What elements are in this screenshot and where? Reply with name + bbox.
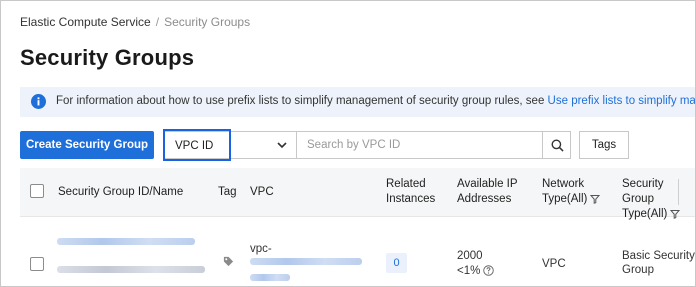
header-related-line2: Instances xyxy=(386,193,436,205)
related-instances-count[interactable]: 0 xyxy=(386,253,407,273)
create-security-group-button[interactable]: Create Security Group xyxy=(20,131,154,159)
sg-type-line2: Group xyxy=(622,264,654,276)
available-ip-count: 2000 xyxy=(457,250,483,262)
available-ip-usage: <1% xyxy=(457,264,495,278)
sg-type-value: Basic Security Group xyxy=(622,249,695,277)
filter-icon[interactable] xyxy=(670,209,681,219)
header-tag: Tag xyxy=(218,186,237,198)
security-group-id-link[interactable] xyxy=(57,238,195,245)
security-groups-page: Elastic Compute Service / Security Groups … xyxy=(0,0,696,287)
selection-highlight xyxy=(163,129,231,161)
header-sgtype-line2: Type(All) xyxy=(622,208,668,220)
tags-button[interactable]: Tags xyxy=(579,131,629,159)
chevron-down-icon xyxy=(277,142,287,149)
column-divider[interactable] xyxy=(678,179,679,205)
breadcrumb-current: Security Groups xyxy=(164,15,251,29)
header-network-type[interactable]: Network Type(All) xyxy=(542,177,601,207)
vpc-prefix: vpc- xyxy=(250,243,272,255)
search-input[interactable] xyxy=(297,131,543,159)
vpc-id-link-cont[interactable] xyxy=(250,274,290,281)
header-available-line2: Addresses xyxy=(457,193,512,205)
available-ip-percent: <1% xyxy=(457,265,481,277)
page-title: Security Groups xyxy=(20,45,195,70)
header-sg-type[interactable]: Security Group Type(All) xyxy=(622,177,695,222)
help-icon[interactable] xyxy=(483,265,495,276)
info-icon xyxy=(31,94,46,109)
vpc-id-link[interactable] xyxy=(250,258,362,265)
tag-icon[interactable] xyxy=(223,256,234,267)
header-available-line1: Available IP xyxy=(457,178,518,190)
header-sgtype-line1: Security Group xyxy=(622,178,664,205)
search-button[interactable] xyxy=(542,131,571,159)
notice-message: For information about how to use prefix … xyxy=(56,95,545,107)
breadcrumb: Elastic Compute Service / Security Groups xyxy=(20,15,250,29)
security-group-name xyxy=(57,266,205,273)
breadcrumb-parent[interactable]: Elastic Compute Service xyxy=(20,15,151,29)
header-vpc: VPC xyxy=(250,186,274,198)
notice-text: For information about how to use prefix … xyxy=(56,95,695,107)
header-id-name: Security Group ID/Name xyxy=(58,186,184,198)
filter-icon[interactable] xyxy=(590,194,601,204)
select-all-checkbox[interactable] xyxy=(30,184,44,198)
info-notice: For information about how to use prefix … xyxy=(20,87,695,117)
header-network-line1: Network xyxy=(542,178,585,190)
header-available-ip: Available IP Addresses xyxy=(457,177,518,207)
header-related-instances: Related Instances xyxy=(386,177,435,207)
search-icon xyxy=(551,139,564,152)
prefix-lists-link[interactable]: Use prefix lists to simplify management … xyxy=(548,95,695,107)
breadcrumb-separator: / xyxy=(155,15,160,29)
header-related-line1: Related xyxy=(386,178,426,190)
row-checkbox[interactable] xyxy=(30,257,44,271)
sg-type-line1: Basic Security xyxy=(622,250,695,262)
header-network-line2: Type(All) xyxy=(542,193,588,205)
network-type-value: VPC xyxy=(542,258,566,270)
